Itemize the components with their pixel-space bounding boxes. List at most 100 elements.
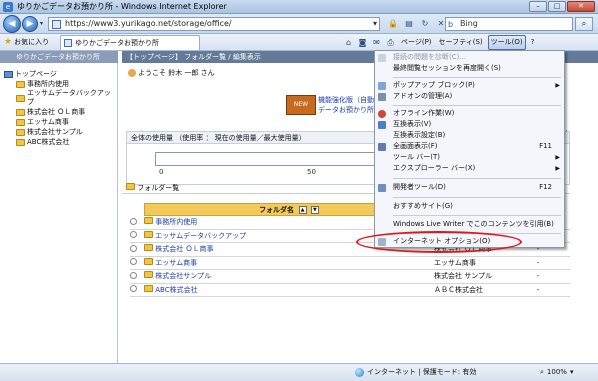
- menu-item-toolbars[interactable]: ツール バー(T) ▶: [375, 152, 564, 163]
- sidebar-item-label: エッサム商事: [27, 117, 69, 126]
- menu-item-popup-blocker[interactable]: ポップアップ ブロック(P) ▶: [375, 80, 564, 91]
- search-button[interactable]: ⌕: [575, 17, 593, 31]
- folder-link[interactable]: 株式会社サンプル: [155, 272, 211, 280]
- menu-item-shortcut: F12: [539, 183, 552, 191]
- addons-icon: [378, 93, 386, 101]
- sidebar-item-essam-shoji[interactable]: エッサム商事: [4, 117, 117, 127]
- table-row[interactable]: エッサム商事 エッサム商事 -: [130, 256, 570, 270]
- sidebar-item-essam-backup[interactable]: エッサムデータバックアップ: [4, 89, 117, 107]
- sidebar-item-label: 株式会社 ＯＬ商事: [27, 107, 86, 116]
- menu-item-reopen-session[interactable]: 最終閲覧セッションを再度開く(S): [375, 63, 564, 74]
- refresh-icon[interactable]: ↻: [418, 17, 432, 31]
- command-bar: ⌂ ◙ ✉ ⎙ ページ(P) セーフティ(S) ツール(O) ?: [343, 35, 537, 50]
- menu-item-label: ポップアップ ブロック(P): [393, 81, 475, 89]
- menu-item-addons[interactable]: アドオンの管理(A): [375, 91, 564, 102]
- sort-desc-button[interactable]: ▼: [310, 205, 319, 214]
- table-row[interactable]: 株式会社サンプル 株式会社 サンプル -: [130, 269, 570, 284]
- menu-item-label: アドオンの管理(A): [393, 92, 453, 100]
- user-icon: [128, 69, 136, 77]
- sort-asc-button[interactable]: ▲: [298, 205, 307, 214]
- browser-tab[interactable]: ゆりかごデータお預かり所: [60, 35, 200, 50]
- page-menu-button[interactable]: ページ(P): [399, 36, 434, 49]
- row-radio[interactable]: [130, 215, 144, 230]
- minimize-button[interactable]: –: [529, 1, 547, 12]
- folder-icon: [16, 138, 25, 146]
- menu-item-live-writer[interactable]: Windows Live Writer でこのコンテンツを引用(B): [375, 219, 564, 230]
- folder-link[interactable]: 株式会社 ＯＬ商事: [155, 245, 213, 253]
- tools-menu: 接続の問題を診断(C)... 最終閲覧セッションを再度開く(S) ポップアップ …: [374, 50, 565, 248]
- mail-icon[interactable]: ✉: [371, 37, 382, 48]
- menu-item-compat-settings[interactable]: 互換表示設定(B): [375, 130, 564, 141]
- url-field[interactable]: https://www3.yurikago.net/storage/office…: [48, 17, 380, 31]
- maximize-button[interactable]: □: [548, 1, 566, 12]
- row-radio[interactable]: [130, 256, 144, 270]
- row-radio[interactable]: [130, 283, 144, 297]
- diagnose-icon: [378, 54, 386, 62]
- forward-button[interactable]: ▶: [22, 16, 38, 32]
- folder-status: -: [506, 269, 570, 284]
- menu-item-label: Windows Live Writer でこのコンテンツを引用(B): [393, 220, 554, 228]
- folder-owner: ＡＢＣ株式会社: [434, 283, 506, 297]
- folder-link[interactable]: エッサムデータバックアップ: [155, 232, 246, 240]
- compat-view-icon[interactable]: ▤: [402, 17, 416, 31]
- sidebar-item-abc[interactable]: ABC株式会社: [4, 137, 117, 147]
- folder-link[interactable]: ABC株式会社: [155, 286, 197, 294]
- folder-list-title: フォルダー覧: [137, 184, 180, 192]
- feeds-icon[interactable]: ◙: [357, 37, 368, 48]
- lock-icon[interactable]: 🔒: [386, 17, 400, 31]
- submenu-arrow-icon: ▶: [555, 82, 560, 89]
- url-dropdown-icon[interactable]: ▾: [373, 18, 377, 30]
- usage-tick-50: 50: [307, 168, 316, 176]
- url-text: https://www3.yurikago.net/storage/office…: [65, 19, 232, 28]
- folder-icon: [144, 257, 153, 265]
- menu-item-dev-tools[interactable]: 開発者ツール(D) F12: [375, 182, 564, 193]
- computer-icon: [4, 70, 13, 78]
- folder-icon: [144, 217, 153, 225]
- tree-root[interactable]: トップページ: [4, 69, 117, 79]
- menu-separator: [393, 197, 561, 198]
- folder-link[interactable]: 事務所内使用: [155, 218, 197, 226]
- security-zone[interactable]: インターネット | 保護モード: 有効: [355, 364, 476, 381]
- submenu-arrow-icon: ▶: [555, 165, 560, 172]
- menu-item-offline[interactable]: オフライン作業(W): [375, 108, 564, 119]
- menu-item-label: エクスプローラー バー(X): [393, 164, 476, 172]
- menu-item-label: 最終閲覧セッションを再度開く(S): [393, 64, 501, 72]
- sidebar-item-ol-shoji[interactable]: 株式会社 ＯＬ商事: [4, 107, 117, 117]
- sidebar-item-office[interactable]: 事務所内使用: [4, 79, 117, 89]
- close-button[interactable]: ✕: [567, 1, 595, 12]
- folder-icon: [16, 80, 25, 88]
- safety-menu-button[interactable]: セーフティ(S): [437, 36, 485, 49]
- folder-link[interactable]: エッサム商事: [155, 259, 197, 267]
- search-input[interactable]: b Bing: [445, 17, 573, 31]
- row-radio[interactable]: [130, 242, 144, 257]
- star-icon: ★: [4, 37, 13, 47]
- folder-icon: [16, 118, 25, 126]
- history-dropdown-icon[interactable]: ▾: [40, 20, 43, 27]
- row-radio[interactable]: [130, 229, 144, 243]
- promo-banner[interactable]: NEW: [286, 95, 316, 115]
- menu-item-fullscreen[interactable]: 全画面表示(F) F11: [375, 141, 564, 152]
- menu-item-diagnose[interactable]: 接続の問題を診断(C)...: [375, 52, 564, 63]
- ie-logo-icon: e: [3, 1, 13, 12]
- menu-item-suggested-sites[interactable]: おすすめサイト(G): [375, 201, 564, 212]
- page-icon: [52, 20, 61, 29]
- status-bar: インターネット | 保護モード: 有効 ⌕ 100% ▾: [0, 363, 598, 381]
- menu-item-label: 接続の問題を診断(C)...: [393, 53, 467, 61]
- menu-item-compat-view[interactable]: 互換表示(V): [375, 119, 564, 130]
- menu-item-explorer-bars[interactable]: エクスプローラー バー(X) ▶: [375, 163, 564, 174]
- print-icon[interactable]: ⎙: [385, 37, 396, 48]
- offline-icon: [378, 110, 386, 118]
- table-row[interactable]: ABC株式会社 ＡＢＣ株式会社 -: [130, 283, 570, 297]
- globe-icon: [355, 368, 364, 377]
- tools-menu-button[interactable]: ツール(O): [487, 35, 526, 50]
- help-menu-button[interactable]: ?: [529, 36, 537, 49]
- favorites-button[interactable]: ★ お気に入り: [4, 36, 49, 48]
- back-button[interactable]: ◀: [3, 15, 21, 33]
- sidebar-item-sample[interactable]: 株式会社サンプル: [4, 127, 117, 137]
- folder-status: -: [506, 283, 570, 297]
- zoom-control[interactable]: ⌕ 100% ▾: [540, 364, 573, 381]
- bing-icon: b: [448, 20, 454, 29]
- folder-icon: [144, 271, 153, 279]
- home-icon[interactable]: ⌂: [343, 37, 354, 48]
- row-radio[interactable]: [130, 269, 144, 284]
